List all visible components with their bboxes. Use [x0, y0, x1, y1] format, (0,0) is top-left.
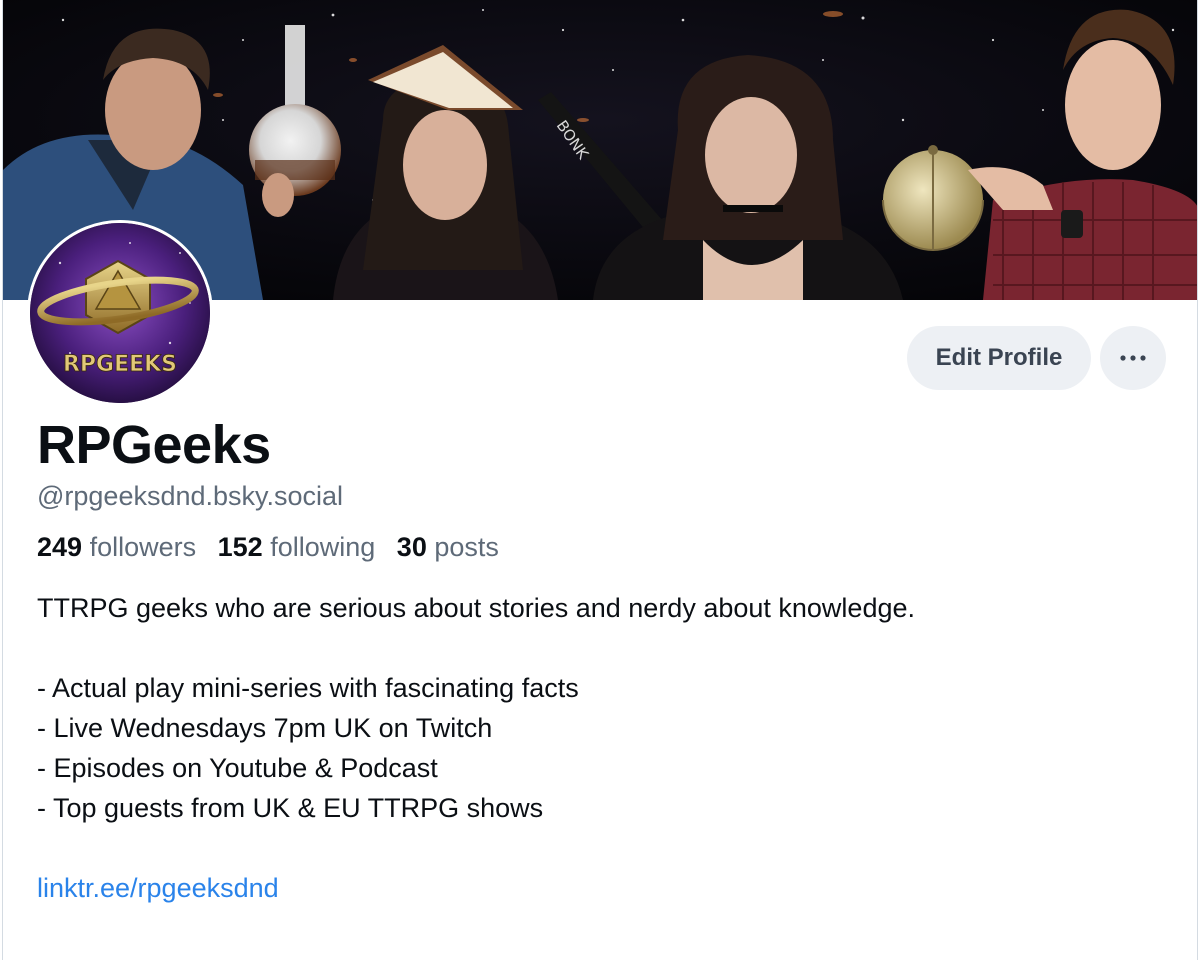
profile-bio: TTRPG geeks who are serious about storie…	[37, 588, 915, 908]
posts-label: posts	[434, 532, 499, 562]
bio-link-line: linktr.ee/rpgeeksdnd	[37, 868, 915, 908]
profile-handle: @rpgeeksdnd.bsky.social	[37, 481, 344, 511]
bio-spacer	[37, 628, 915, 668]
rpgeeks-logo-icon: RPGEEKS	[30, 223, 210, 403]
profile-stats: 249 followers 152 following 30 posts	[37, 529, 513, 565]
followers-label: followers	[89, 532, 197, 562]
display-name: RPGeeks	[37, 415, 271, 475]
bio-item: - Live Wednesdays 7pm UK on Twitch	[37, 713, 493, 743]
following-stat[interactable]: 152 following	[218, 532, 376, 562]
followers-stat[interactable]: 249 followers	[37, 532, 196, 562]
following-count: 152	[217, 532, 263, 562]
bio-item: - Actual play mini-series with fascinati…	[37, 673, 579, 703]
ellipsis-icon	[1120, 355, 1146, 361]
svg-text:RPGEEKS: RPGEEKS	[63, 352, 177, 377]
bio-item: - Episodes on Youtube & Podcast	[37, 753, 438, 783]
following-label: following	[270, 532, 376, 562]
more-options-button[interactable]	[1100, 326, 1166, 390]
avatar[interactable]: RPGEEKS	[27, 220, 213, 406]
bio-spacer	[37, 828, 915, 868]
bio-item: - Top guests from UK & EU TTRPG shows	[37, 793, 544, 823]
bio-link[interactable]: linktr.ee/rpgeeksdnd	[37, 873, 279, 903]
profile-page: BONK RPGEEKS Edit Profile RPGeeks @rpgee…	[2, 0, 1198, 960]
posts-count: 30	[396, 532, 427, 562]
edit-profile-button[interactable]: Edit Profile	[907, 326, 1091, 390]
posts-stat: 30 posts	[397, 532, 499, 562]
followers-count: 249	[37, 532, 83, 562]
bio-intro: TTRPG geeks who are serious about storie…	[37, 593, 915, 623]
